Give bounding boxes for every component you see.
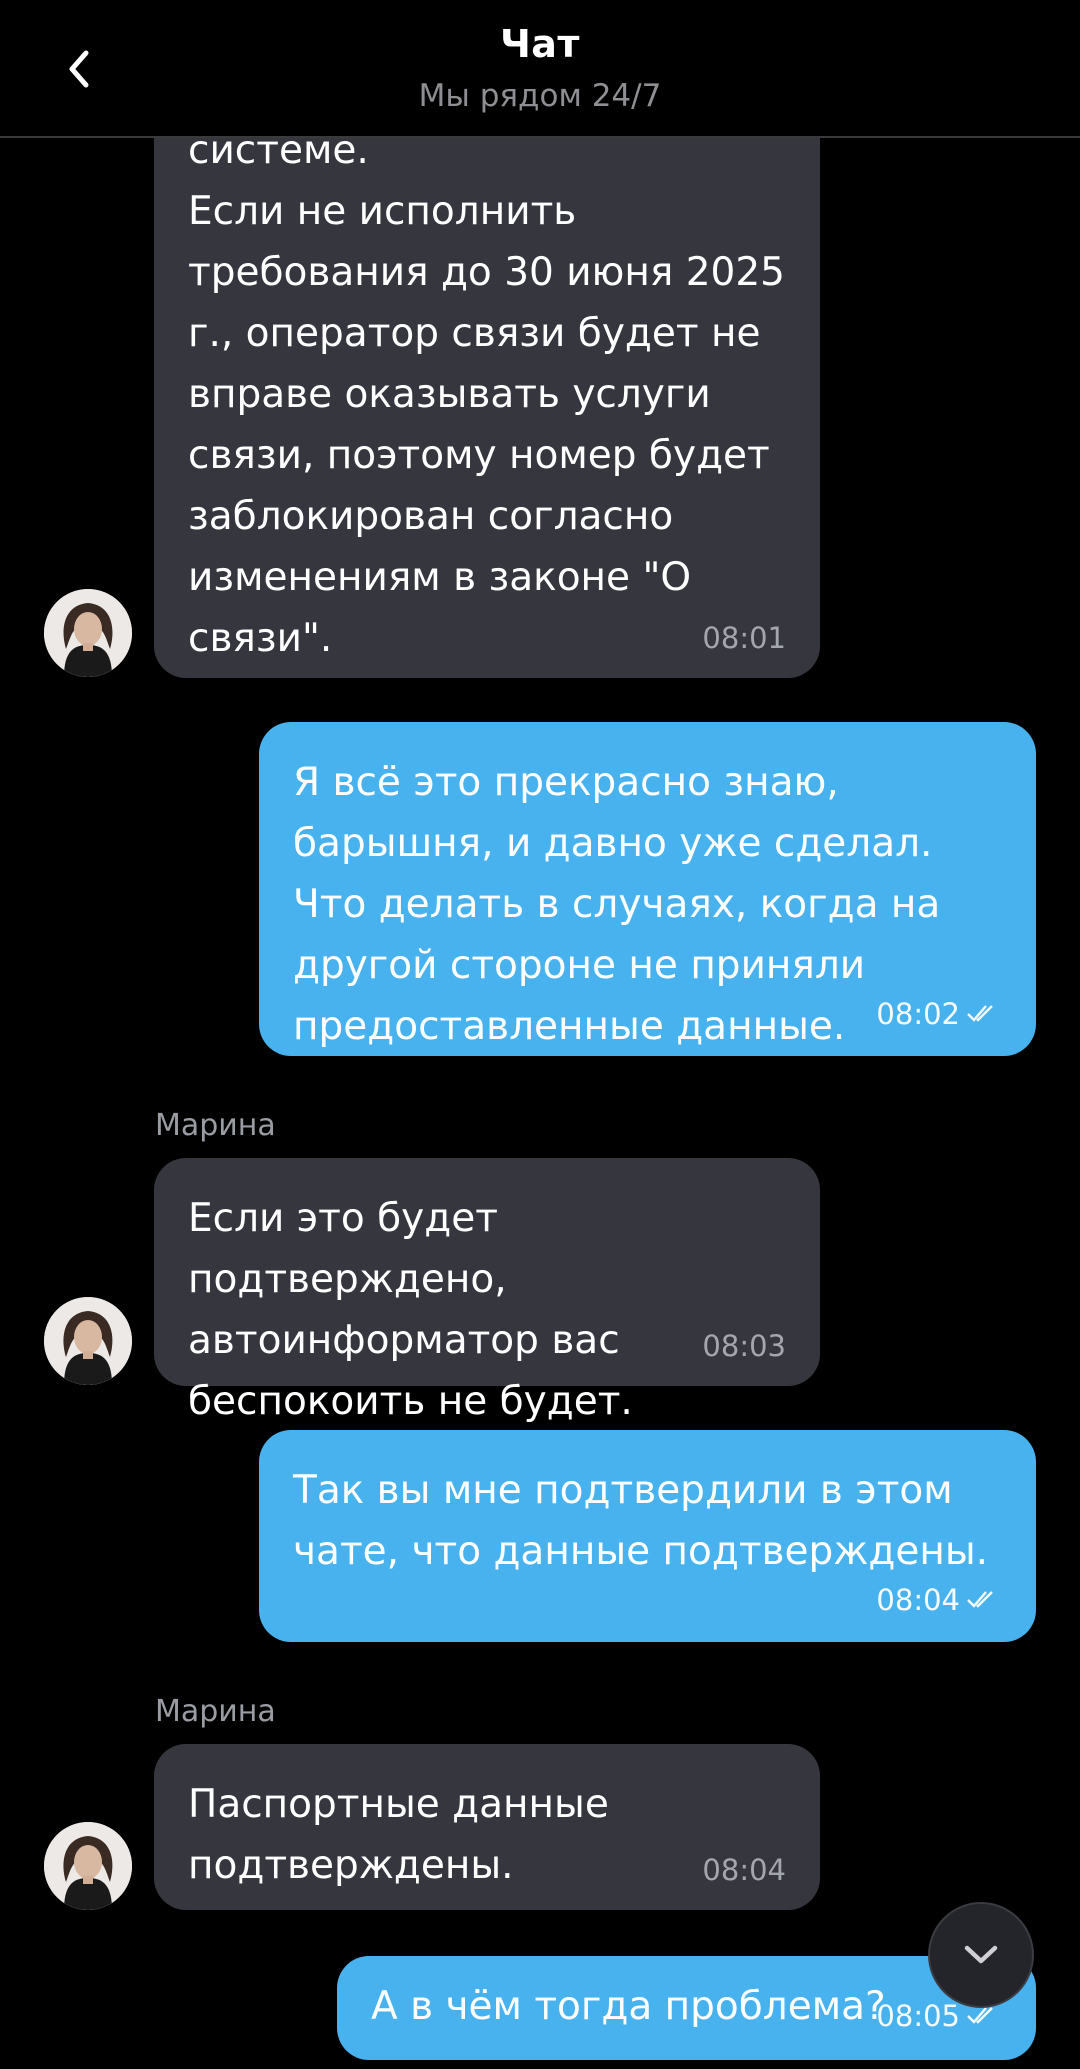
page-subtitle: Мы рядом 24/7 bbox=[418, 78, 662, 114]
message-time: 08:01 bbox=[702, 621, 786, 655]
message-time: 08:03 bbox=[702, 1329, 786, 1363]
message-time: 08:04 bbox=[876, 1584, 996, 1616]
incoming-message[interactable]: Паспортные данные подтверждены. 08:04 bbox=[154, 1744, 820, 1910]
avatar[interactable] bbox=[44, 1822, 132, 1910]
message-text: системе. Если не исполнить требования до… bbox=[188, 128, 785, 661]
avatar[interactable] bbox=[44, 1297, 132, 1385]
sender-name: Марина bbox=[155, 1108, 276, 1143]
avatar-image bbox=[44, 589, 132, 677]
message-time: 08:04 bbox=[702, 1853, 786, 1887]
chat-header: Чат Мы рядом 24/7 bbox=[0, 0, 1080, 138]
page-title: Чат bbox=[500, 22, 580, 66]
scroll-to-bottom-button[interactable] bbox=[928, 1902, 1034, 2008]
double-check-icon bbox=[966, 998, 996, 1030]
chevron-down-icon bbox=[964, 1945, 998, 1964]
message-text: Если это будет подтверждено, автоинформа… bbox=[188, 1196, 633, 1424]
avatar[interactable] bbox=[44, 589, 132, 677]
message-text: Так вы мне подтвердили в этом чате, что … bbox=[293, 1468, 989, 1574]
outgoing-message[interactable]: Я всё это прекрасно знаю, барышня, и дав… bbox=[259, 722, 1036, 1056]
message-list[interactable]: системе. Если не исполнить требования до… bbox=[0, 0, 1080, 2069]
message-text: Паспортные данные подтверждены. bbox=[188, 1782, 609, 1888]
incoming-message[interactable]: Если это будет подтверждено, автоинформа… bbox=[154, 1158, 820, 1424]
outgoing-message[interactable]: Так вы мне подтвердили в этом чате, что … bbox=[259, 1430, 1036, 1642]
double-check-icon bbox=[966, 1584, 996, 1616]
message-time: 08:02 bbox=[876, 998, 996, 1030]
incoming-message[interactable]: системе. Если не исполнить требования до… bbox=[154, 60, 820, 678]
avatar-image bbox=[44, 1297, 132, 1385]
avatar-image bbox=[44, 1822, 132, 1910]
sender-name: Марина bbox=[155, 1694, 276, 1729]
